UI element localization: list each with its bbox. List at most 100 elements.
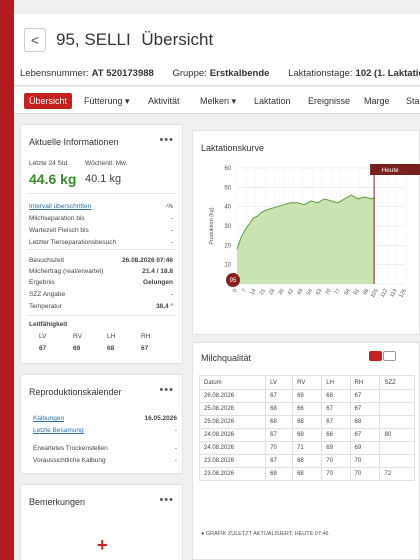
y-tick-label: 40 [224,205,231,211]
lactation-title: Laktationskurve [201,143,265,153]
tab-statistik[interactable]: Sta [406,93,420,109]
tab-melken[interactable]: Melken ▾ [200,93,236,109]
cell-lh: 67 [321,415,351,429]
current-info-card: Aktuelle Informationen ••• Letzte 24 Std… [20,124,183,364]
add-remark-icon[interactable]: + [97,535,108,556]
table-row: 26.08.2026 67 69 68 67 [198,389,415,403]
tab-marge[interactable]: Marge [364,93,390,109]
remarks-menu-icon[interactable]: ••• [159,494,174,506]
x-tick-label: 105 [370,288,380,299]
vorauss-value: - [174,457,177,464]
cell-lh: 70 [321,454,351,468]
x-tick-label: 91 [353,288,361,296]
divider [27,315,176,316]
leit-rh-value: 67 [141,345,149,352]
szz-row: SZZ Angabe - [29,291,179,298]
app-side-bar [0,0,14,560]
cell-rv: 71 [292,441,323,455]
back-button[interactable]: < [24,28,46,52]
intervall-row: Intervall überschritten -% [29,203,179,210]
milchsep-row: Milchseparation bis - [29,215,179,222]
cell-rh: 67 [349,428,381,442]
tab-uebersicht[interactable]: Übersicht [24,93,73,109]
leit-rh-header: RH [141,333,151,340]
cell-rv: 68 [292,467,323,481]
leit-lh-header: LH [107,333,116,340]
x-tick-label: 119 [389,288,399,299]
cell-rh: 67 [349,402,381,416]
view-title: Übersicht [141,30,214,49]
cell-rv: 68 [292,415,323,429]
cell-lh: 69 [321,441,351,455]
x-tick-label: 63 [315,288,323,296]
kalbungen-link[interactable]: Kalbungen [33,415,64,422]
chart-updated-text: GRAFIK ZULETZT AKTUALISIERT: HEUTE 07:46 [205,531,329,537]
x-tick-label: 7 [241,288,248,294]
milk-quality-table: Datum LV RV LH RH SZZ 26.08.2026 67 69 68 67… [198,375,415,481]
table-view-icon[interactable] [369,351,382,361]
repro-menu-icon[interactable]: ••• [159,384,174,396]
tab-aktivitaet[interactable]: Aktivität [148,93,180,109]
cell-lv: 68 [265,415,294,429]
cell-szz [379,402,415,416]
current-info-menu-icon[interactable]: ••• [159,134,174,146]
last24-value: 44.6 kg [29,171,77,187]
cell-datum: 25.08.2026 [198,415,267,429]
ertrag-label: Milchertrag (real/erwartet) [29,268,104,275]
remarks-card: Bemerkungen ••• + [20,484,183,560]
ergebnis-label: Ergebnis [29,279,55,286]
x-tick-label: 70 [325,288,333,296]
x-tick-label: 56 [306,288,314,296]
cell-datum: 26.08.2026 [198,389,267,403]
col-szz: SZZ [379,375,415,390]
x-tick-label: 126 [398,288,408,299]
col-lh: LH [321,375,351,390]
cell-szz [379,454,415,468]
cell-rh: 70 [349,467,381,481]
lactation-curve-card: Laktationskurve 0102030405060 0714212835… [192,130,420,335]
cell-lv: 68 [265,402,294,416]
table-row: 25.08.2026 68 68 67 68 [198,415,415,429]
besamung-value: - [174,427,177,434]
x-tick-label: 35 [278,288,286,296]
animal-info-row: Lebensnummer: AT 520173988 Gruppe: Erstkal… [20,68,420,79]
temp-row: Temperatur 38,4 ° [29,303,179,310]
cell-rh: 69 [349,441,381,455]
cell-szz [379,389,415,403]
x-tick-label: 84 [343,288,351,296]
tab-laktation[interactable]: Laktation [254,93,291,109]
cell-rh: 67 [349,389,381,403]
vorauss-row: Voraussichtliche Kalbung - [33,457,183,464]
y-tick-label: 10 [224,263,231,269]
cell-datum: 25.08.2026 [198,402,267,416]
tiersep-value: - [170,239,173,246]
besamung-link[interactable]: Letzte Besamung [33,427,84,434]
intervall-link[interactable]: Intervall überschritten [29,203,91,210]
tab-fuetterung[interactable]: Fütterung ▾ [84,93,130,109]
cell-datum: 23.08.2026 [198,467,267,481]
x-tick-label: 28 [268,288,276,296]
chart-view-icon[interactable] [383,351,396,361]
y-tick-label: 50 [224,185,231,191]
laktation-label: Laktationstage: [288,68,353,79]
table-row: 25.08.2026 68 66 67 67 [198,402,415,416]
current-info-title: Aktuelle Informationen [29,137,119,147]
repro-calendar-card: Reproduktionskalender ••• Kalbungen 16.05… [20,374,183,474]
milchsep-value: - [170,215,173,222]
szz-label: SZZ Angabe [29,291,66,298]
temp-value: 38,4 ° [155,303,173,310]
wartezeit-label: Wartezeit Fleisch bis [29,227,89,234]
cell-szz: 72 [379,467,415,481]
col-lv: LV [265,375,294,390]
weekly-value: 40.1 kg [85,173,122,185]
table-row: 24.08.2026 70 71 69 69 [198,441,415,455]
today-label: Heute [381,167,399,174]
cell-datum: 24.08.2026 [198,428,267,442]
trocken-label: Erwartetes Trockenstellen [33,445,108,452]
tab-ereignisse[interactable]: Ereignisse [308,93,350,109]
x-tick-label: 21 [259,288,267,296]
cell-datum: 23.08.2026 [198,454,267,468]
y-tick-label: 20 [224,243,231,249]
last24-label: Letzte 24 Std. [29,160,70,167]
ergebnis-row: Ergebnis Gelungen [29,279,179,286]
